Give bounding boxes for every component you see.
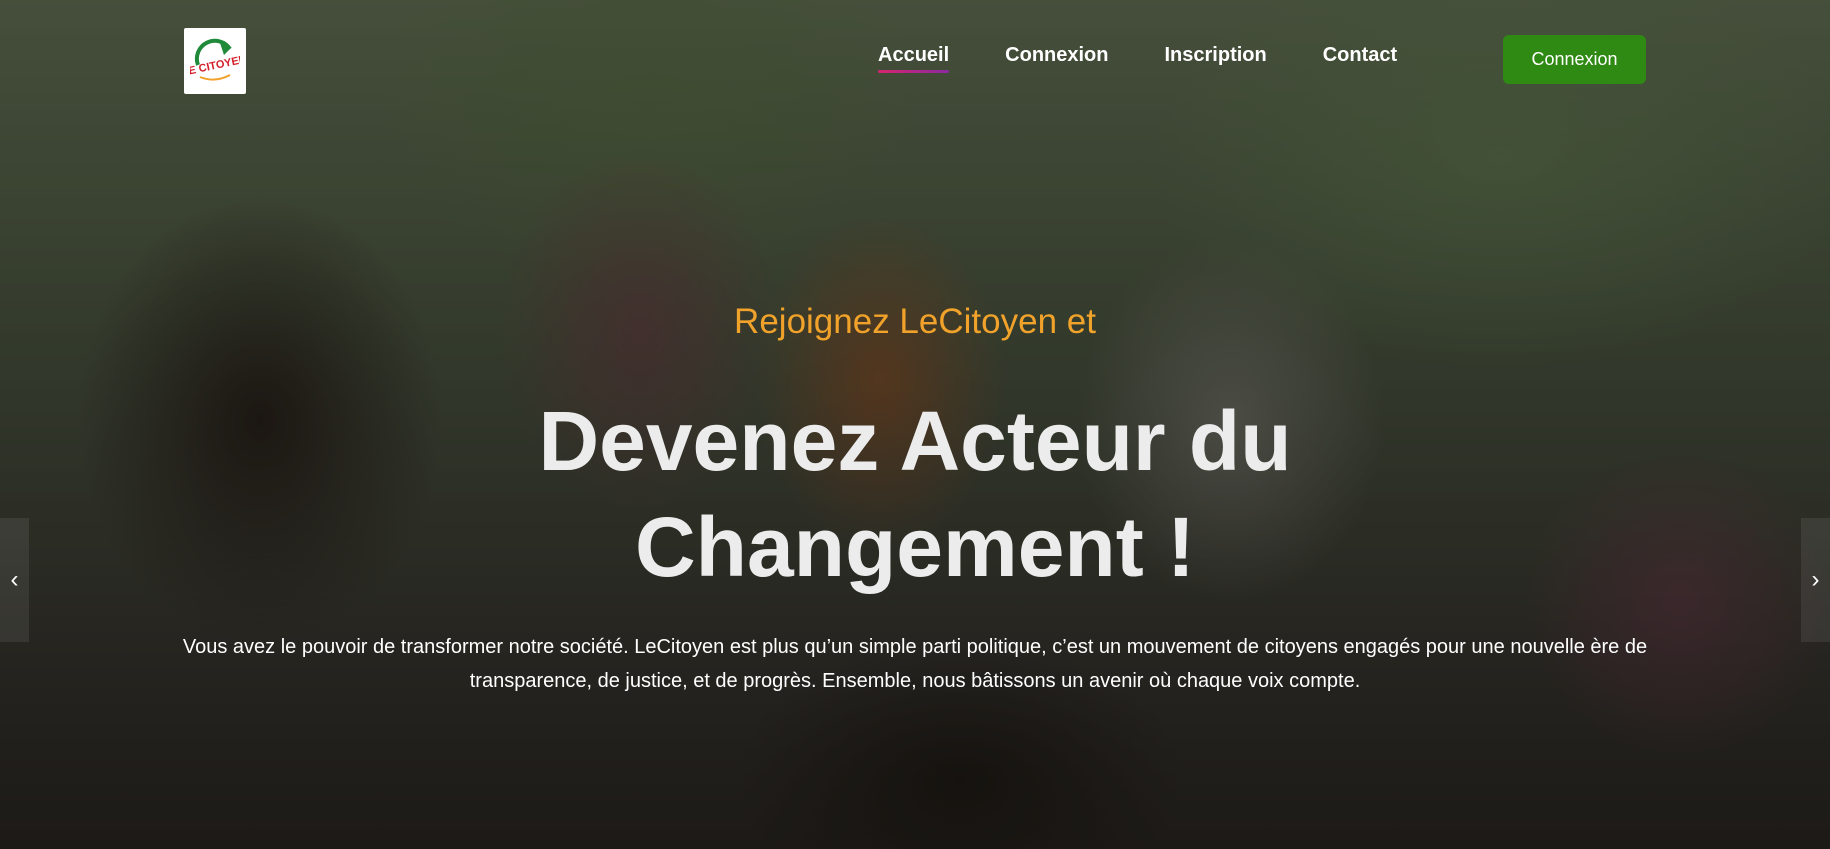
nav-item-inscription[interactable]: Inscription (1165, 44, 1267, 73)
hero-subtitle: Rejoignez LeCitoyen et (734, 302, 1096, 341)
lecitoyen-logo-icon: LE CITOYEN (190, 38, 240, 81)
hero-headline-line1: Devenez Acteur du (538, 394, 1292, 488)
hero-headline-line2: Changement ! (634, 500, 1196, 594)
nav-item-accueil[interactable]: Accueil (878, 44, 950, 73)
carousel-prev-button[interactable]: ‹ (0, 518, 29, 642)
chevron-left-icon: ‹ (10, 566, 19, 593)
hero-description: Vous avez le pouvoir de transformer notr… (182, 636, 1648, 692)
nav-item-connexion[interactable]: Connexion (1005, 44, 1108, 73)
hero-section: LE CITOYEN Accueil Connexion Inscription… (0, 0, 1830, 849)
connexion-button[interactable]: Connexion (1503, 35, 1646, 84)
hero-headline: Devenez Acteur du Changement ! (415, 388, 1415, 600)
main-navigation: Accueil Connexion Inscription Contact (878, 44, 1397, 73)
site-logo[interactable]: LE CITOYEN (184, 28, 246, 94)
carousel-next-button[interactable]: › (1801, 518, 1830, 642)
chevron-right-icon: › (1811, 566, 1820, 593)
nav-item-contact[interactable]: Contact (1323, 44, 1397, 73)
